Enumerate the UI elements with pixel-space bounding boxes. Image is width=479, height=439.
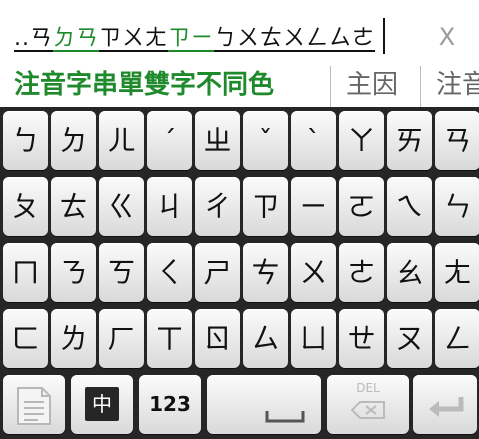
zhuyin-key[interactable]: ㄚ [339, 111, 384, 170]
zhuyin-key[interactable]: ˊ [147, 111, 192, 170]
zhuyin-key[interactable]: ˇ [243, 111, 288, 170]
composing-segment: ..ㄢ [14, 26, 53, 51]
space-icon [265, 411, 305, 423]
zhuyin-key[interactable]: ㄙ [243, 309, 288, 368]
zhuyin-key[interactable]: ㄉ [51, 111, 96, 170]
zhuyin-key[interactable]: ㄟ [387, 177, 432, 236]
composing-bar: ..ㄢㄉㄢㄗㄨㄤㄗㄧㄅㄨㄊㄨㄥㄙㄜ X [0, 0, 479, 66]
close-button[interactable]: X [432, 22, 462, 52]
zhuyin-key[interactable]: ㄎ [99, 243, 144, 302]
delete-label: DEL [356, 381, 380, 395]
zhuyin-key[interactable]: ㄛ [339, 177, 384, 236]
document-menu-icon [17, 387, 51, 425]
zhuyin-key[interactable]: ㄨ [291, 243, 336, 302]
zhuyin-key[interactable]: ㄝ [339, 309, 384, 368]
zhuyin-key[interactable]: ㄒ [147, 309, 192, 368]
zhuyin-key[interactable]: ㄊ [51, 177, 96, 236]
zhuyin-key[interactable]: ㄌ [51, 309, 96, 368]
zhuyin-key[interactable]: ㄦ [99, 111, 144, 170]
enter-key[interactable] [413, 375, 477, 434]
candidate-item[interactable]: 注音 [436, 66, 479, 107]
zhuyin-key[interactable]: ㄆ [3, 177, 48, 236]
zhuyin-key[interactable]: ㄖ [195, 309, 240, 368]
zhuyin-key[interactable]: ㄏ [99, 309, 144, 368]
zhuyin-key[interactable]: ㄓ [195, 111, 240, 170]
zhuyin-key[interactable]: ㄕ [195, 243, 240, 302]
zhuyin-key[interactable]: ㄡ [387, 309, 432, 368]
zhuyin-key[interactable]: ㄥ [435, 309, 479, 368]
zhuyin-key[interactable]: ㄗ [243, 177, 288, 236]
composing-segment: ㄅㄨㄊㄨㄥㄙㄜ [214, 26, 376, 51]
zhuyin-key[interactable]: ㄔ [195, 177, 240, 236]
zhuyin-key[interactable]: ㄞ [387, 111, 432, 170]
chinese-mode-key[interactable]: 中 [71, 375, 133, 434]
candidate-item[interactable]: 主因 [346, 66, 398, 107]
zhuyin-key[interactable]: ㄠ [387, 243, 432, 302]
text-cursor [383, 18, 385, 54]
chinese-mode-label: 中 [85, 387, 119, 421]
composing-segment: ㄉㄢ [53, 26, 100, 51]
delete-key[interactable]: DEL [327, 375, 409, 434]
composing-text: ..ㄢㄉㄢㄗㄨㄤㄗㄧㄅㄨㄊㄨㄥㄙㄜ [14, 20, 375, 52]
zhuyin-key[interactable]: ㄩ [291, 309, 336, 368]
zhuyin-key[interactable]: ㄤ [435, 243, 479, 302]
candidate-item[interactable]: 注音字串單雙字不同色 [14, 66, 274, 107]
space-key[interactable] [207, 375, 321, 434]
composing-segment: ㄗㄨㄤ [99, 26, 169, 51]
composing-segment: ㄗㄧ [168, 26, 215, 51]
zhuyin-key[interactable]: ㄈ [3, 309, 48, 368]
zhuyin-key[interactable]: ˋ [291, 111, 336, 170]
numeric-mode-key[interactable]: 123 [139, 375, 201, 434]
zhuyin-key[interactable]: ㄅ [3, 111, 48, 170]
candidate-divider [420, 66, 421, 107]
zhuyin-keyboard: ㄅㄉㄦˊㄓˇˋㄚㄞㄢㄆㄊㄍㄐㄔㄗㄧㄛㄟㄣㄇㄋㄎㄑㄕㄘㄨㄜㄠㄤㄈㄌㄏㄒㄖㄙㄩㄝㄡㄥ… [0, 107, 479, 439]
zhuyin-key[interactable]: ㄑ [147, 243, 192, 302]
zhuyin-key[interactable]: ㄜ [339, 243, 384, 302]
candidate-bar: 注音字串單雙字不同色 主因 注音 [0, 66, 479, 107]
zhuyin-key[interactable]: ㄇ [3, 243, 48, 302]
zhuyin-key[interactable]: ㄘ [243, 243, 288, 302]
menu-key[interactable] [3, 375, 65, 434]
zhuyin-key[interactable]: ㄍ [99, 177, 144, 236]
zhuyin-key[interactable]: ㄢ [435, 111, 479, 170]
candidate-divider [330, 66, 331, 107]
backspace-icon [351, 401, 385, 419]
zhuyin-key[interactable]: ㄣ [435, 177, 479, 236]
zhuyin-key[interactable]: ㄋ [51, 243, 96, 302]
zhuyin-key[interactable]: ㄐ [147, 177, 192, 236]
zhuyin-key[interactable]: ㄧ [291, 177, 336, 236]
enter-arrow-icon [429, 397, 464, 417]
